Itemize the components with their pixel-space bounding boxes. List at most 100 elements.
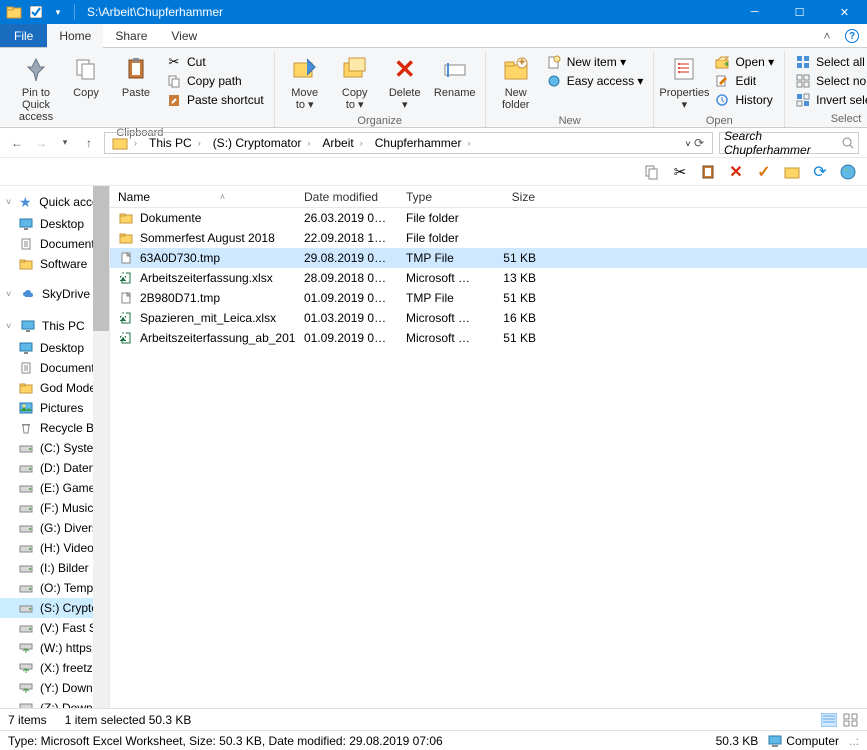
invsel-icon [795,92,811,108]
ribbon-copy-button[interactable]: Copy [62,51,110,101]
status-item-count: 7 items [8,713,47,727]
minimize-ribbon-icon[interactable]: ˄ [817,24,837,47]
titlebar: ▼ S:\Arbeit\Chupferhammer ─ ☐ ✕ [0,0,867,24]
newfolder-icon: ✦ [500,53,532,85]
svg-text:X: X [119,331,127,343]
column-size[interactable]: Size [484,186,544,207]
expand-icon[interactable]: ˅ [6,321,14,331]
ribbon-group-label: Organize [357,113,402,129]
netdrive-icon [18,700,34,708]
file-name: Arbeitszeiterfassung_ab_20180917.xlsx [140,331,296,345]
minimize-button[interactable]: ─ [732,0,777,24]
file-icon [118,250,134,266]
drive-icon [18,540,34,556]
globe-icon[interactable] [839,163,857,181]
ribbon-rename-button[interactable]: Rename [431,51,479,101]
qat-dropdown-icon[interactable]: ▼ [50,4,66,20]
view-tab[interactable]: View [159,24,209,47]
ribbon-properties-button[interactable]: Properties▾ [660,51,708,113]
column-name[interactable]: Name˄ [110,186,296,207]
breadcrumb-segment[interactable]: Arbeit› [317,133,369,153]
column-type[interactable]: Type [398,186,484,207]
file-tab[interactable]: File [0,24,47,47]
file-row[interactable]: Sommerfest August 201822.09.2018 12:17Fi… [110,228,867,248]
ribbon-newitem-button[interactable]: New item ▾ [542,53,648,71]
breadcrumb-root-icon[interactable]: › [107,133,144,153]
qat-checkbox-icon[interactable] [28,4,44,20]
ribbon-pin-button[interactable]: Pin to Quickaccess [12,51,60,125]
ribbon-edit-button[interactable]: Edit [710,72,778,90]
large-icons-view-icon[interactable] [843,713,859,727]
cut-icon[interactable]: ✂ [671,163,689,181]
search-icon[interactable] [842,137,854,149]
file-row[interactable]: XArbeitszeiterfassung.xlsx28.09.2018 02:… [110,268,867,288]
breadcrumb-segment[interactable]: This PC› [144,133,208,153]
recent-dropdown-icon[interactable]: ▾ [56,134,74,152]
ribbon-delete-button[interactable]: ✕Delete▾ [381,51,429,113]
folder-icon [6,4,22,20]
up-button[interactable]: ↑ [80,134,98,152]
maximize-button[interactable]: ☐ [777,0,822,24]
breadcrumb-segment[interactable]: (S:) Cryptomator› [208,133,318,153]
ribbon-easyaccess-button[interactable]: Easy access ▾ [542,72,648,90]
navigation-pane[interactable]: ˅★Quick accessDesktopDocumentsSoftware˅S… [0,186,110,708]
address-bar[interactable]: › This PC›(S:) Cryptomator›Arbeit›Chupfe… [104,132,713,154]
help-icon[interactable]: ? [845,29,859,43]
copyto-icon [339,53,371,85]
ribbon-copyto-button[interactable]: Copyto ▾ [331,51,379,113]
ribbon-newfolder-button[interactable]: ✦Newfolder [492,51,540,113]
expand-icon[interactable]: ˅ [6,197,11,207]
documents-icon [18,360,34,376]
sidebar-scrollbar-thumb[interactable] [93,186,109,331]
history-icon [714,92,730,108]
ribbon-selnone-button[interactable]: Select none [791,72,867,90]
file-row[interactable]: XSpazieren_mit_Leica.xlsx01.03.2019 04:0… [110,308,867,328]
expand-icon[interactable]: ˅ [6,289,14,299]
details-view-icon[interactable] [821,713,837,727]
file-row[interactable]: XArbeitszeiterfassung_ab_20180917.xlsx01… [110,328,867,348]
address-dropdown-icon[interactable]: ˅ ⟳ [679,136,710,150]
back-button[interactable]: ← [8,134,26,152]
file-name: Sommerfest August 2018 [140,231,275,245]
ribbon-history-button[interactable]: History [710,91,778,109]
ribbon-copypath-button[interactable]: Copy path [162,72,268,90]
share-tab[interactable]: Share [103,24,159,47]
column-date[interactable]: Date modified [296,186,398,207]
home-tab[interactable]: Home [47,24,103,47]
ribbon-cut-button[interactable]: ✂Cut [162,53,268,71]
check-icon[interactable]: ✓ [755,163,773,181]
paste-icon[interactable] [699,163,717,181]
copy-icon[interactable] [643,163,661,181]
navigation-row: ← → ▾ ↑ › This PC›(S:) Cryptomator›Arbei… [0,128,867,158]
sidebar-label: Pictures [40,401,83,415]
file-row[interactable]: 2B980D71.tmp01.09.2019 04:23TMP File51 K… [110,288,867,308]
ribbon-paste-button[interactable]: Paste [112,51,160,101]
forward-button[interactable]: → [32,134,50,152]
file-row[interactable]: Dokumente26.03.2019 09:42File folder [110,208,867,228]
tooltip-size: 50.3 KB [716,734,759,748]
content-area: ˅★Quick accessDesktopDocumentsSoftware˅S… [0,186,867,708]
breadcrumb-segment[interactable]: Chupferhammer› [370,133,478,153]
file-icon [118,290,134,306]
open-icon [714,54,730,70]
file-row[interactable]: 63A0D730.tmp29.08.2019 07:06TMP File51 K… [110,248,867,268]
drive-icon [18,560,34,576]
close-button[interactable]: ✕ [822,0,867,24]
moveto-icon [289,53,321,85]
newfolder-icon[interactable] [783,163,801,181]
ribbon-selall-button[interactable]: Select all [791,53,867,71]
search-box[interactable]: Search Chupferhammer [719,132,859,154]
pictures-icon [18,400,34,416]
tooltip-computer: Computer [768,734,839,748]
ribbon-invsel-button[interactable]: Invert selection [791,91,867,109]
refresh-icon[interactable]: ⟳ [811,163,829,181]
sidebar-label: Documents [40,237,101,251]
selall-icon [795,54,811,70]
ribbon-pastesc-button[interactable]: Paste shortcut [162,91,268,109]
easyaccess-icon [546,73,562,89]
file-list[interactable]: Name˄ Date modified Type Size Dokumente2… [110,186,867,708]
delete-red-icon[interactable]: ✕ [727,163,745,181]
ribbon-open-button[interactable]: Open ▾ [710,53,778,71]
ribbon-moveto-button[interactable]: Moveto ▾ [281,51,329,113]
sidebar-label: (D:) Daten [40,461,95,475]
